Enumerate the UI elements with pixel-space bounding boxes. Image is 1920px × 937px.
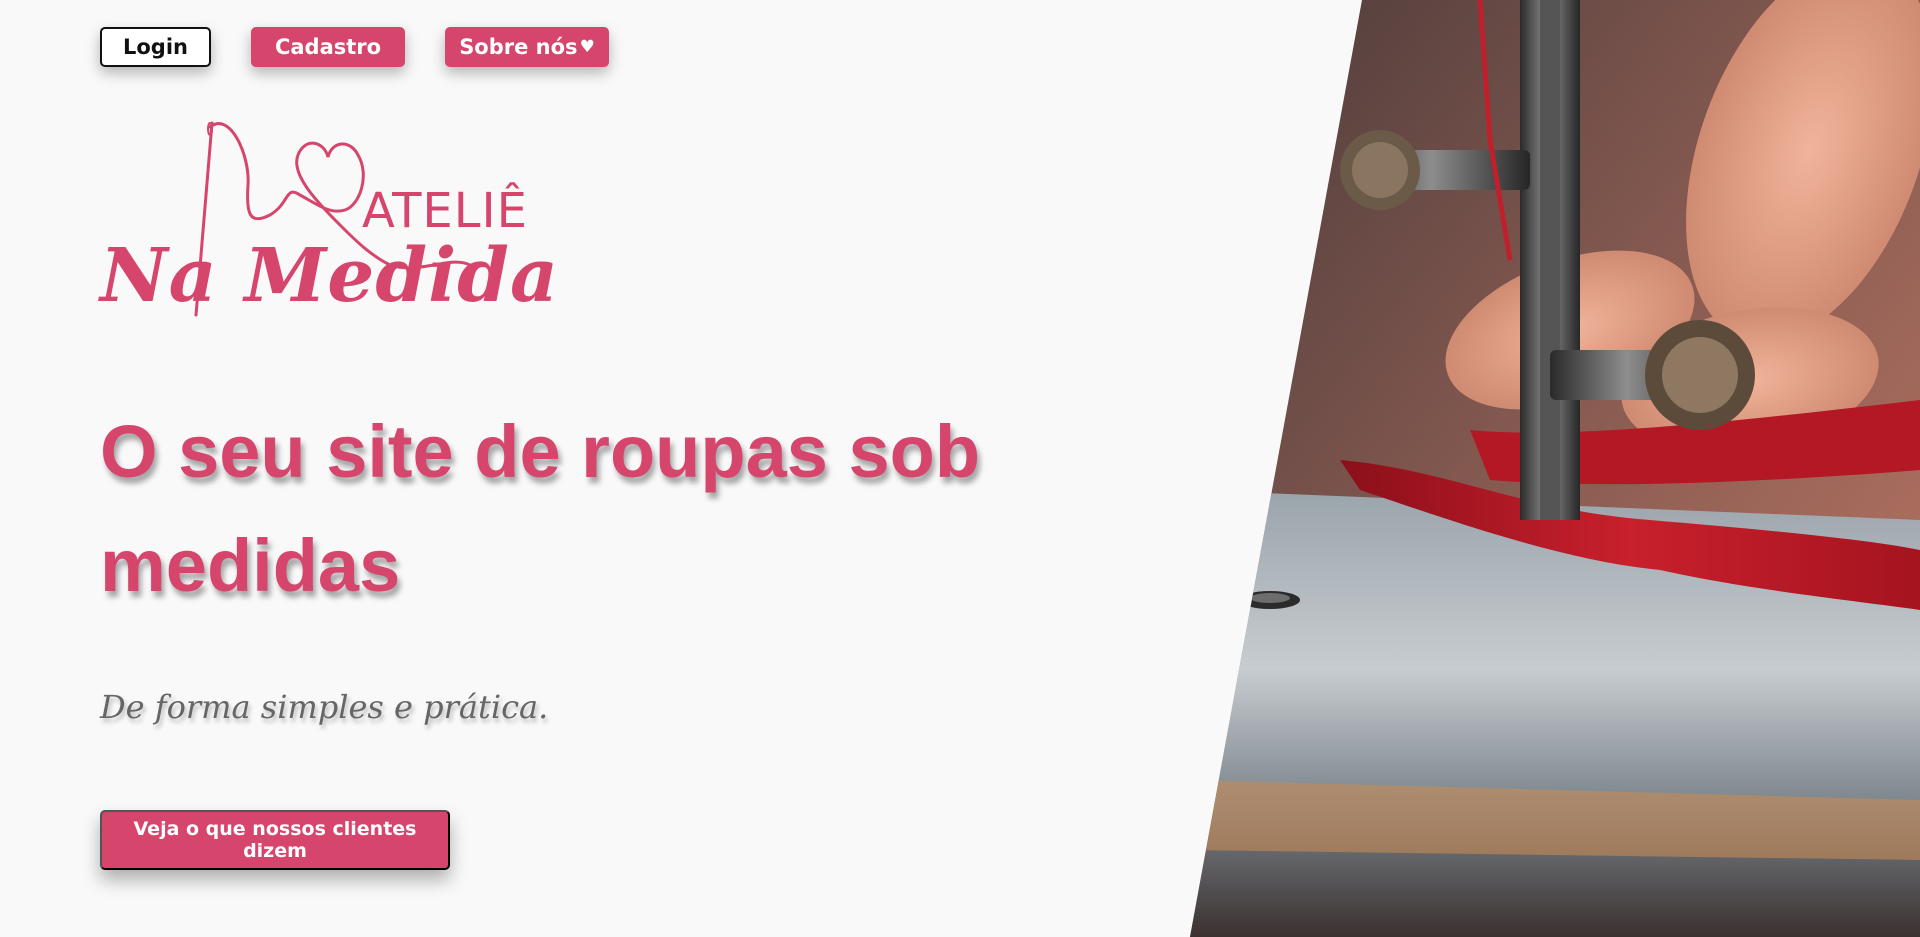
about-button[interactable]: Sobre nós ♥ [445, 27, 609, 67]
top-nav: Login Cadastro Sobre nós ♥ [100, 27, 609, 67]
sewing-machine-illustration [1190, 0, 1920, 937]
signup-button-label: Cadastro [274, 35, 382, 59]
signup-button[interactable]: Cadastro [251, 27, 405, 67]
about-button-label: Sobre nós [459, 35, 578, 59]
testimonials-button[interactable]: Veja o que nossos clientes dizem [100, 810, 450, 870]
heart-icon: ♥ [579, 37, 595, 57]
brand-logo[interactable]: ATELIÊ Na Medida [100, 115, 558, 319]
hero-headline: O seu site de roupas sob medidas [100, 410, 981, 607]
logo-main-text: Na Medida [100, 233, 559, 319]
sewing-machine-photo [1190, 0, 1920, 937]
login-button[interactable]: Login [100, 27, 211, 67]
logo-top-text: ATELIÊ [362, 183, 528, 239]
landing-page: Login Cadastro Sobre nós ♥ ATELIÊ Na Med… [0, 0, 1920, 937]
hero-tagline: De forma simples e prática. [100, 688, 549, 726]
